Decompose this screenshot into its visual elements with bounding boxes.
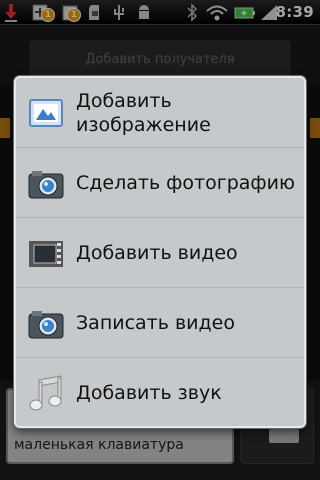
menu-item-label: Добавить звук — [76, 382, 222, 404]
music-note-icon — [29, 375, 62, 411]
picture-icon — [29, 99, 63, 127]
menu-item-add-sound[interactable]: Добавить звук — [16, 358, 304, 426]
menu-item-record-video[interactable]: Записать видео — [16, 288, 304, 358]
menu-item-add-image[interactable]: Добавить изображение — [16, 78, 304, 148]
video-camera-icon — [28, 311, 64, 339]
menu-item-label: Добавить изображение — [76, 90, 211, 136]
camera-icon — [28, 171, 64, 199]
video-film-icon — [29, 241, 63, 267]
menu-item-label: Сделать фотографию — [76, 172, 296, 194]
menu-item-label: Записать видео — [76, 312, 235, 334]
attachment-menu: Добавить изображение Сделать фотографию … — [14, 76, 306, 428]
menu-item-label: Добавить видео — [76, 242, 238, 264]
menu-item-take-photo[interactable]: Сделать фотографию — [16, 148, 304, 218]
menu-item-add-video[interactable]: Добавить видео — [16, 218, 304, 288]
